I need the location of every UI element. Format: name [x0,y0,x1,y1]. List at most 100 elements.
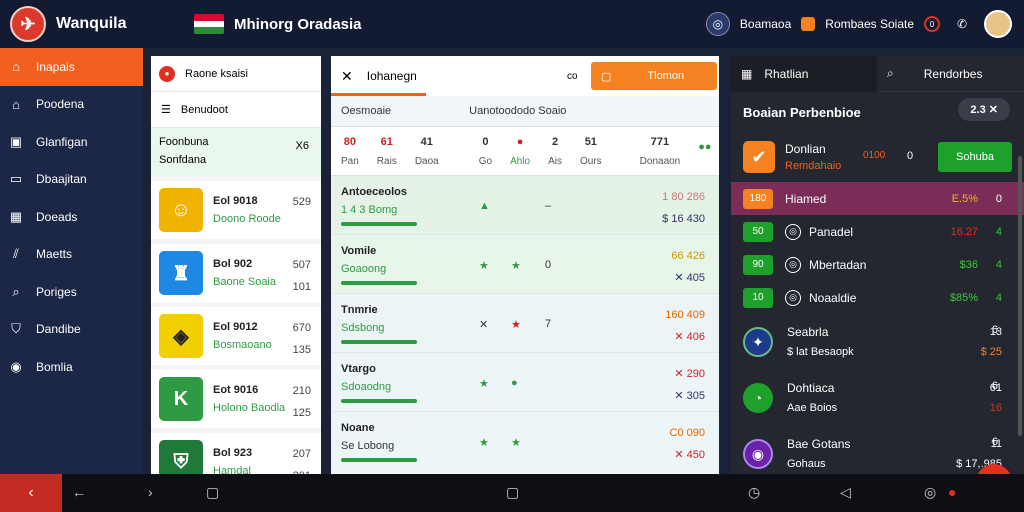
sidebar-item-poriges[interactable]: ⌕ Poriges [0,273,143,311]
header-link-2[interactable]: Rombaes Soiate [825,17,914,31]
sidebar-item-label: Bomlia [36,359,73,374]
summary-count: X6 [295,140,309,152]
feature-odd: 0100 [863,150,886,161]
tab-rendorbes[interactable]: ⌕ Rendorbes [877,66,1024,81]
menu-icon: ☰ [161,104,171,116]
row-odd[interactable]: ✕ 290 [674,363,705,385]
list-item[interactable]: ◈ Eol 9012 Bosmaoano 670 135 [151,307,321,365]
avatar[interactable] [984,10,1012,38]
list-panel-header[interactable]: ● Raone ksaisi [151,56,321,92]
list-item[interactable]: ♜ Bol 902 Baone Soaia 507 101 [151,244,321,302]
bet-row[interactable]: 180 Hiamed E.5% 0 [731,182,1024,215]
sidebar-item-glanfigan[interactable]: ▣ Glanfigan [0,123,143,161]
row-odd[interactable]: ✕ 305 [674,385,705,407]
item-sub: Baone Soaia [213,276,276,288]
square-icon[interactable]: ▢ [206,484,219,501]
col-top: ●● [698,141,712,153]
sidebar-item-dandibe[interactable]: ⛉ Dandibe [0,311,143,349]
triangle-back-icon[interactable]: ◁ [840,484,851,501]
sidebar-item-doeads[interactable]: ▦ Doeads [0,198,143,236]
team-title: Bae Gotans [787,437,851,451]
team-sub: $ lat Besaopk [787,346,854,358]
row-label: Mbertadan [809,257,867,272]
system-nav-bar: ‹ ← › ▢ ▢ ◷ ◁ ◎ ● [0,474,1024,512]
team-row[interactable]: ✦ Seabrla $ lat Besaopk 13 $ 25 6 [731,314,1024,370]
item-num: 529 [292,196,311,208]
row-odd[interactable]: $ 16 430 [662,208,705,230]
item-sub: Bosmaoano [213,339,272,351]
tab-rhatlian[interactable]: ▦ Rhatlian [731,55,877,92]
home-icon: ⌂ [12,59,20,75]
col-bot: Rais [376,155,397,167]
row-sub: Sdoaodng [341,381,392,393]
row-odd[interactable]: 160 409 [665,304,705,326]
row-mark: 7 [545,318,552,330]
item-title: Bol 923 [213,447,253,459]
row-odd[interactable]: ✕ 405 [671,267,705,289]
table-row[interactable]: Vtargo Sdoaodng ★ ● ✕ 290 ✕ 305 [331,353,719,412]
item-num: 670 [292,322,311,334]
team-title: Dohtiaca [787,381,835,395]
action-button[interactable]: ▢ Tlomon [591,62,717,90]
odds-columns: 80 Pan 61 Rais 41 Daoa 0 Go ● Ahlo 2 Ais 51 Our… [331,126,719,176]
row-mark: – [545,200,552,212]
row-sub: Se Lobong [341,440,395,452]
row-odd[interactable]: ✕ 450 [670,444,705,466]
sidebar-item-poodena[interactable]: ⌂ Poodena [0,86,143,124]
flag-icon [194,14,224,34]
col-bot: Ours [579,155,602,167]
team-sub: Gohaus [787,458,826,470]
phone-icon[interactable]: ✆ [950,12,974,36]
scrollbar[interactable] [1018,156,1022,436]
table-row[interactable]: Vomile Goaoong ★ ★ 0 66 426 ✕ 405 [331,235,719,294]
col-bot: Donaaon [639,155,681,167]
home-nav-icon[interactable]: ▢ [506,484,519,501]
back-arrow-icon[interactable]: ← [72,484,86,500]
sidebar-item-inapais[interactable]: ⌂ Inapais [0,48,143,86]
tab-main[interactable]: Iohanegn [367,69,417,83]
submit-button[interactable]: Sohuba [938,142,1012,172]
ball-icon: ● [159,65,175,82]
row-odd[interactable]: 66 426 [671,245,705,267]
table-row[interactable]: Noane Se Lobong ★ ★ C0 090 ✕ 450 [331,412,719,471]
table-row[interactable]: Tnmrie Sdsbong ✕ ★ 7 160 409 ✕ 406 [331,294,719,353]
table-row[interactable]: Antoeceolos 1 4 3 Bomg ▲ – 1 80 286 $ 16 … [331,176,719,235]
filter-label: Benudoot [180,103,228,116]
header-link-1[interactable]: Boamaoa [740,17,791,31]
sidebar-item-dbaajitan[interactable]: ▭ Dbaajitan [0,161,143,199]
bet-row[interactable]: 90 ◎ Mbertadan $36 4 [731,248,1024,281]
row-odd[interactable]: C0 090 [670,422,705,444]
list-filter[interactable]: ☰ Benudoot [151,92,321,128]
notification-icon[interactable]: 0 [924,16,940,32]
sidebar-item-maetts[interactable]: ⫽ Maetts [0,236,143,274]
col-bot: Pan [341,155,359,167]
tab-label: Rhatlian [764,66,809,81]
chevron-right-icon[interactable]: › [148,484,153,500]
bet-row[interactable]: 10 ◎ Noaaldie $85% 4 [731,281,1024,314]
row-name: Vomile [341,245,377,257]
grid-icon: ▦ [9,208,23,224]
app-logo[interactable]: ✈ [10,6,46,42]
bet-row[interactable]: 50 ◎ Panadel 16.27 4 [731,215,1024,248]
row-odd[interactable]: 1 80 286 [662,186,705,208]
check-icon: ✔ [743,141,775,173]
col-top: 2 [551,135,559,148]
chart-icon: ⫽ [13,246,19,262]
sidebar-item-label: Maetts [36,247,73,262]
circle-icon[interactable]: ◎ [924,484,936,501]
close-icon[interactable]: ✕ [341,68,353,85]
row-odd[interactable]: ✕ 406 [665,326,705,348]
globe-icon[interactable]: ◎ [705,12,730,36]
list-item[interactable]: ☺ Eol 9018 Doono Roode 529 [151,181,321,239]
item-title: Bol 902 [213,258,253,270]
col-top: 80 [343,135,357,148]
shield-icon: ⛉ [11,321,21,337]
list-panel-title: Raone ksaisi [185,67,248,80]
list-item[interactable]: K Eot 9016 Holono Baodla 210 125 [151,370,321,428]
clock-icon[interactable]: ◷ [748,484,760,501]
sidebar-item-bomlia[interactable]: ◉ Bomlia [0,348,143,386]
col-top: 51 [584,135,597,148]
odds-pill[interactable]: 2.3 ✕ [958,98,1010,121]
back-icon[interactable]: ‹ [0,474,62,512]
team-row[interactable]: ◔ Dohtiaca Aae Boios 61 16 6 [731,370,1024,426]
